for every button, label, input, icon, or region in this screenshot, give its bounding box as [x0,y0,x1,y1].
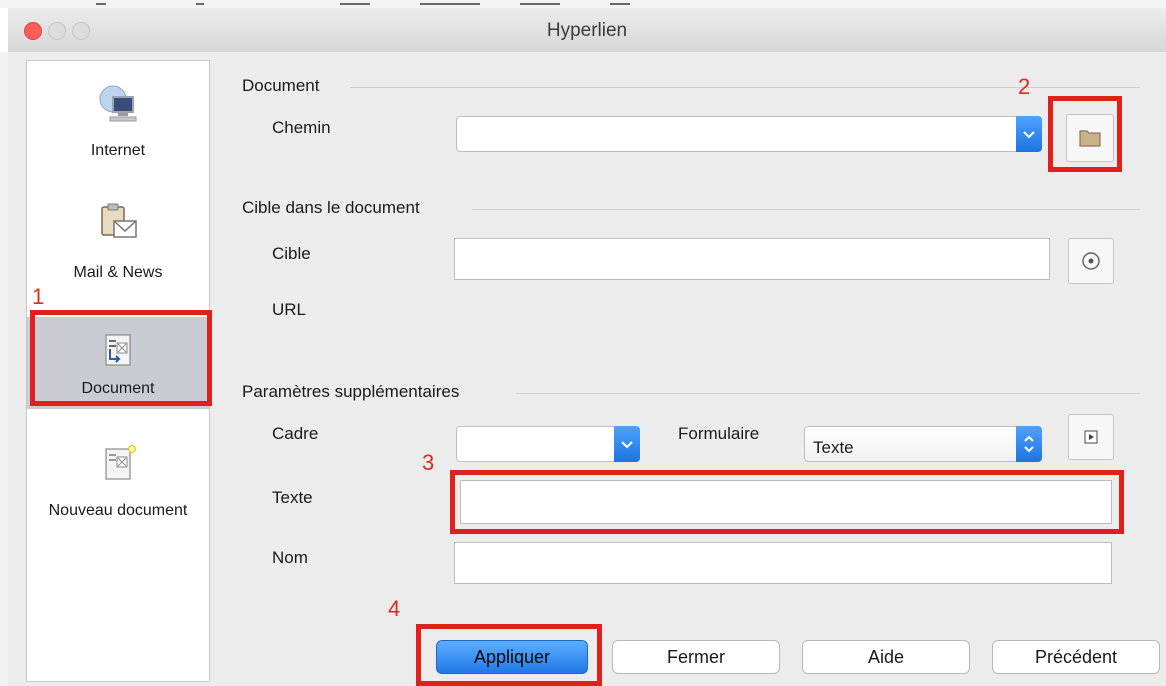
background-app-edge [0,52,8,686]
help-button[interactable]: Aide [802,640,970,674]
step-number-3: 3 [422,450,435,475]
frame-combobox[interactable] [456,426,640,462]
sidebar-item-internet[interactable]: Internet [27,71,209,181]
url-label: URL [272,300,307,319]
sidebar-item-label: Internet [90,142,146,159]
highlight-box-2 [1048,96,1122,172]
sidebar-item-label: Mail & News [73,264,163,281]
title-bar: Hyperlien [8,8,1166,53]
step-number-2: 2 [1018,74,1031,99]
name-label: Nom [272,548,308,567]
name-input[interactable] [454,542,1112,584]
play-box-icon [1084,430,1098,444]
form-stepper-button[interactable] [1016,426,1042,462]
strip-mark [196,3,204,5]
section-heading: Document [242,76,320,95]
highlight-box-4 [416,624,602,686]
sidebar-item-new-document[interactable]: Nouveau document [27,431,209,551]
frame-label: Cadre [272,424,319,443]
strip-mark [420,3,480,5]
strip-mark [520,3,560,5]
highlight-box-3 [450,470,1124,534]
new-document-icon [98,443,138,483]
text-label: Texte [272,488,313,507]
section-divider [516,393,1140,394]
clipboard-mail-icon [98,203,138,243]
step-number-1: 1 [32,284,45,309]
target-circle-icon [1082,252,1100,270]
background-app-strip [0,0,1166,8]
target-label: Cible [272,244,311,263]
close-button[interactable]: Fermer [612,640,780,674]
highlight-box-1 [30,310,212,406]
document-section: Document [242,76,1142,96]
section-heading: Paramètres supplémentaires [242,382,460,401]
up-down-chevron-icon [1024,435,1034,453]
strip-mark [340,3,370,5]
frame-dropdown-button[interactable] [614,426,640,462]
path-combobox[interactable] [456,116,1042,152]
previous-button[interactable]: Précédent [992,640,1160,674]
extra-parameters-section: Paramètres supplémentaires [242,382,1142,402]
form-select[interactable]: Texte [804,426,1042,462]
strip-mark [610,3,630,5]
chevron-down-icon [621,441,633,449]
target-picker-button[interactable] [1068,238,1114,284]
sidebar-item-label: Nouveau document [48,502,188,519]
chevron-down-icon [1023,131,1035,139]
path-label: Chemin [272,118,331,137]
form-label: Formulaire [678,424,760,443]
window-title: Hyperlien [546,20,628,41]
section-heading: Cible dans le document [242,198,420,217]
strip-mark [96,3,106,5]
step-number-4: 4 [388,596,401,621]
path-dropdown-button[interactable] [1016,116,1042,152]
sidebar-item-mail-news[interactable]: Mail & News [27,191,209,301]
form-value: Texte [813,438,854,457]
target-input[interactable] [454,238,1050,280]
globe-computer-icon [98,83,138,123]
section-divider [472,209,1140,210]
target-section: Cible dans le document [242,198,1142,218]
events-button[interactable] [1068,414,1114,460]
